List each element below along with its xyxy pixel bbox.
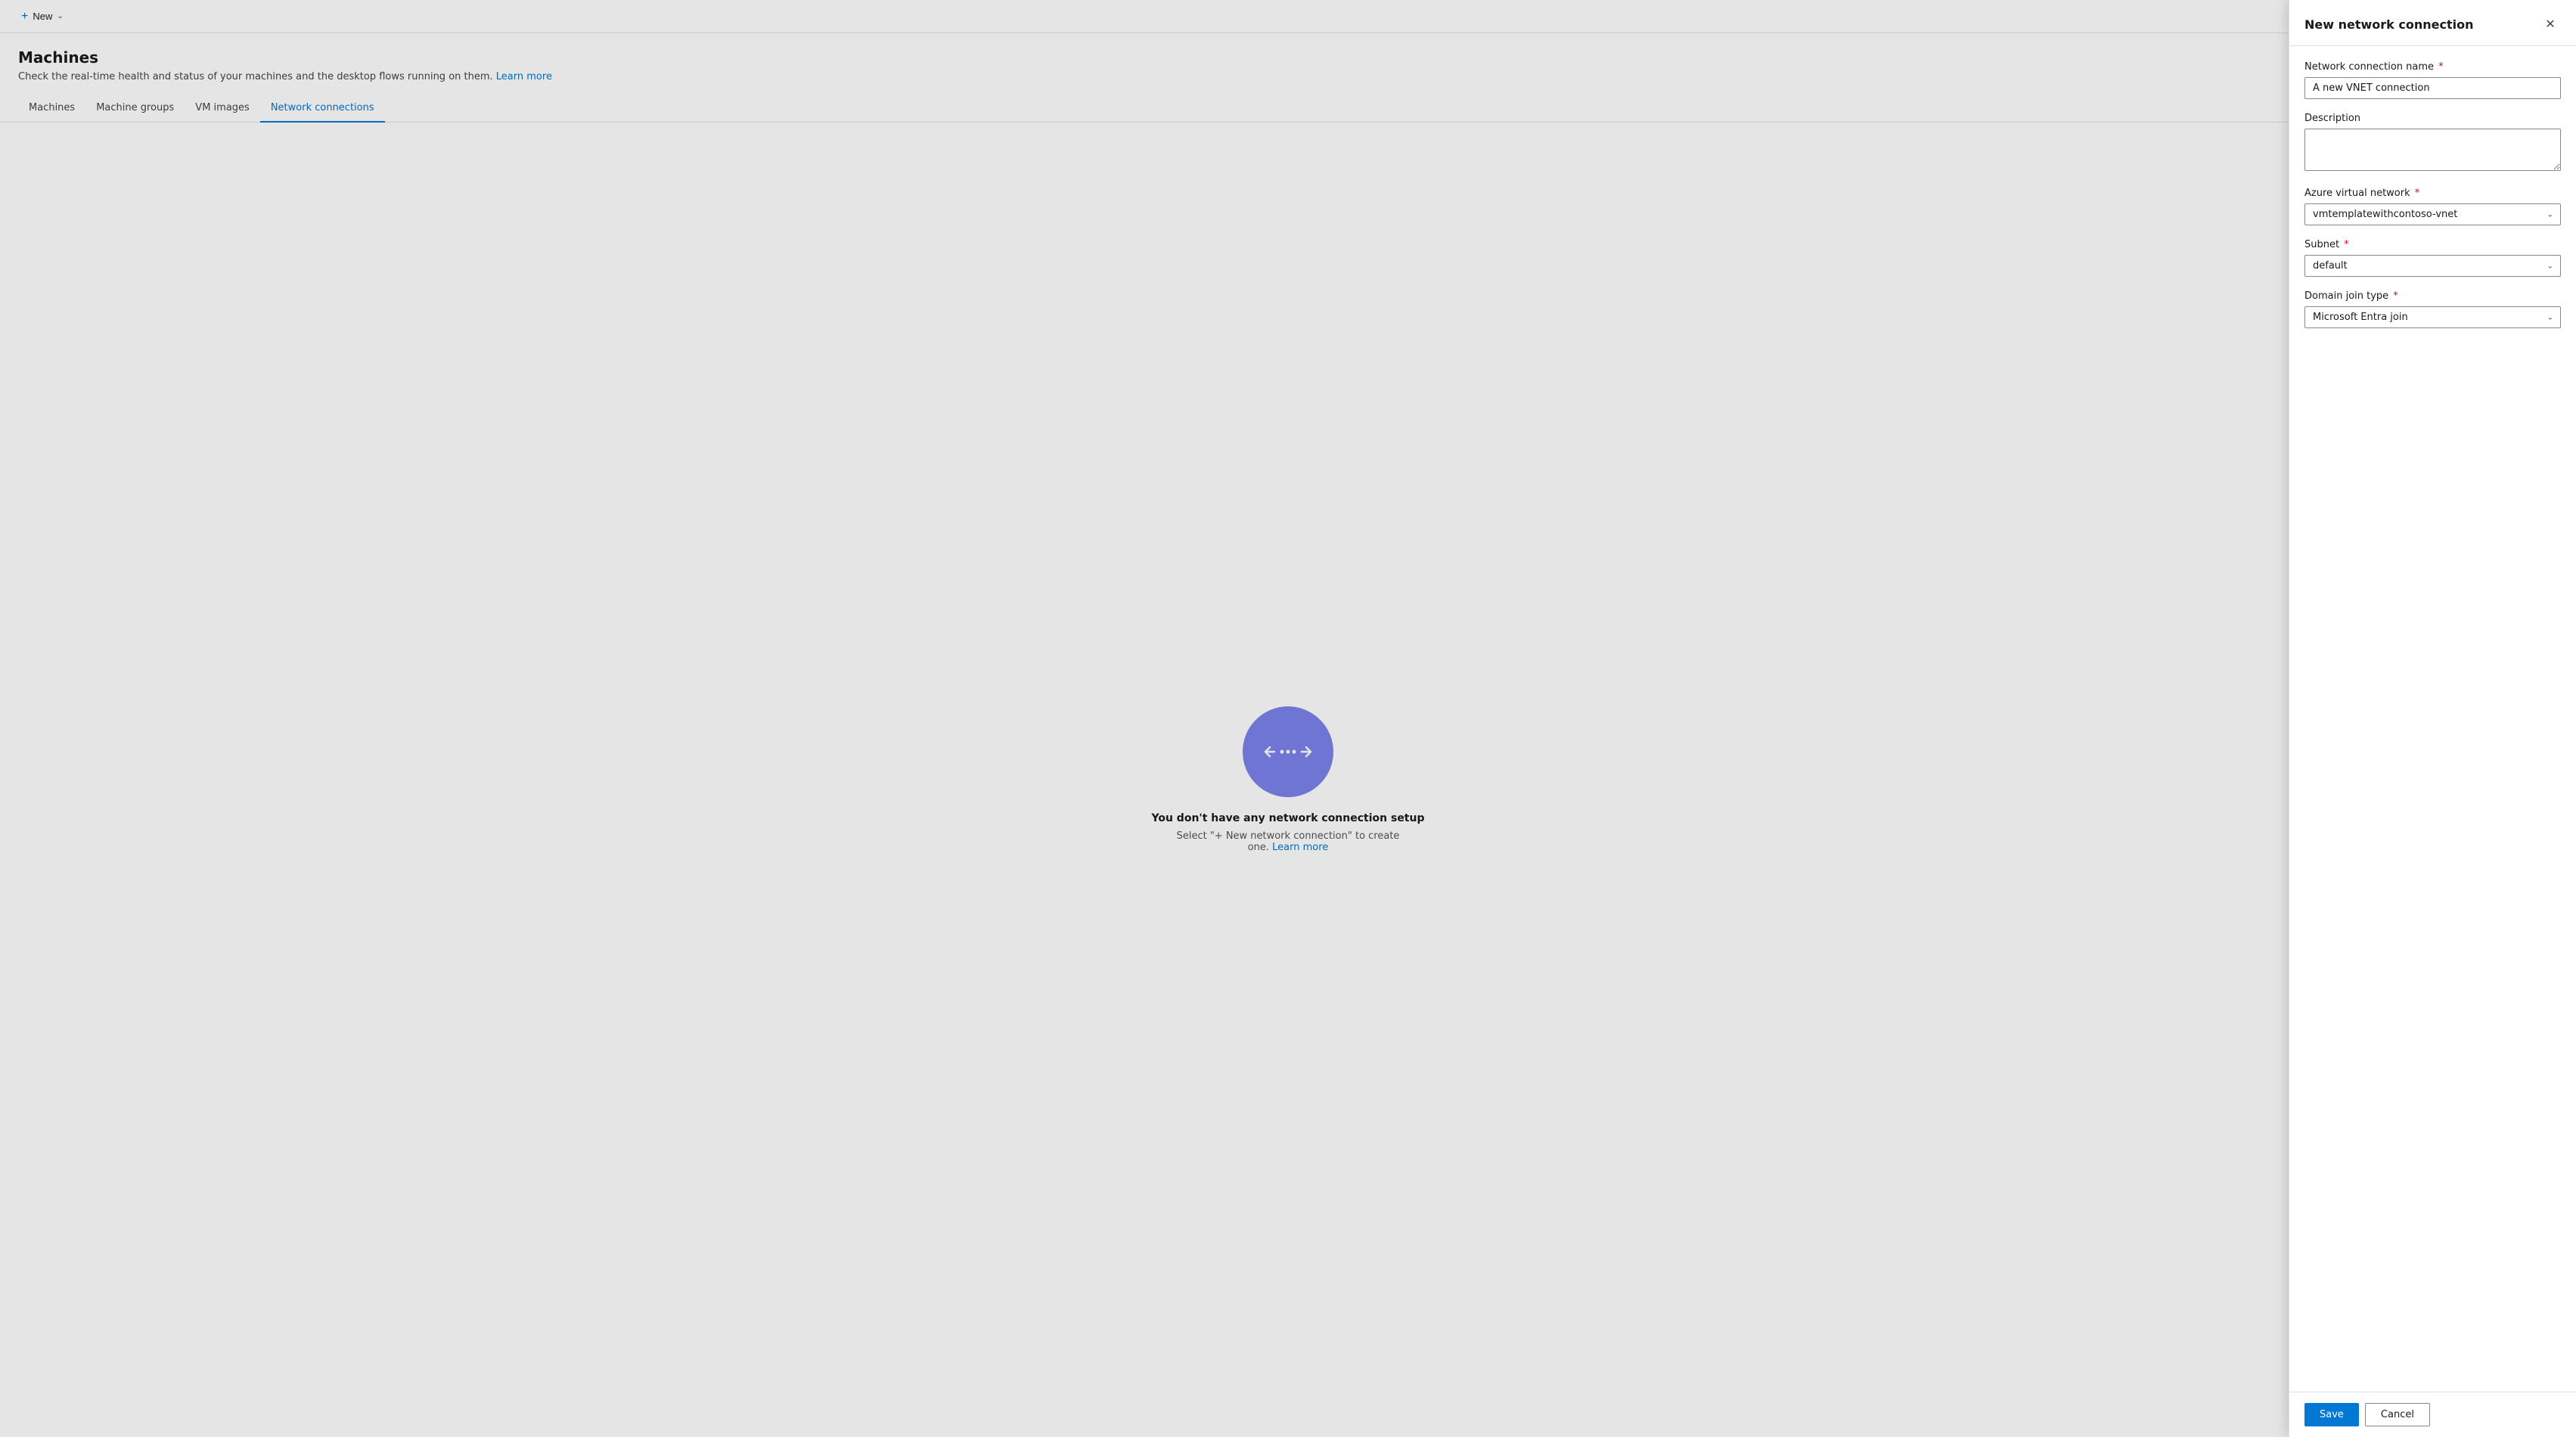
form-group-description: Description — [2304, 113, 2561, 174]
cancel-button[interactable]: Cancel — [2365, 1403, 2430, 1426]
domain-join-select[interactable]: Microsoft Entra join Active Directory jo… — [2304, 306, 2561, 328]
domain-join-label: Domain join type * — [2304, 290, 2561, 302]
new-button-label: New — [33, 11, 52, 22]
panel-footer: Save Cancel — [2289, 1392, 2576, 1437]
page-subtitle: Check the real-time health and status of… — [18, 71, 2558, 82]
empty-state-title: You don't have any network connection se… — [1152, 812, 1425, 824]
page-header: Machines Check the real-time health and … — [0, 33, 2576, 95]
main-content: + New ⌄ Machines Check the real-time hea… — [0, 0, 2576, 1437]
tabs: Machines Machine groups VM images Networ… — [0, 95, 2576, 123]
chevron-down-icon: ⌄ — [57, 12, 63, 20]
toolbar: + New ⌄ — [0, 0, 2576, 33]
tab-network-connections[interactable]: Network connections — [260, 95, 385, 123]
description-label: Description — [2304, 113, 2561, 124]
network-icon-svg — [1264, 740, 1312, 764]
new-button[interactable]: + New ⌄ — [12, 5, 73, 28]
domain-join-select-wrapper: Microsoft Entra join Active Directory jo… — [2304, 306, 2561, 328]
form-group-subnet: Subnet * default ⌄ — [2304, 239, 2561, 277]
network-icon-circle — [1243, 706, 1333, 797]
plus-icon: + — [21, 10, 28, 23]
panel-body: Network connection name * Description Az… — [2289, 46, 2576, 1392]
subtitle-text: Check the real-time health and status of… — [18, 71, 493, 82]
tab-vm-images[interactable]: VM images — [185, 95, 260, 123]
panel-title: New network connection — [2304, 17, 2473, 32]
azure-vnet-label: Azure virtual network * — [2304, 188, 2561, 199]
name-label: Network connection name * — [2304, 61, 2561, 73]
domain-join-required-star: * — [2390, 290, 2398, 302]
name-required-star: * — [2435, 61, 2444, 73]
azure-vnet-select[interactable]: vmtemplatewithcontoso-vnet — [2304, 203, 2561, 225]
azure-vnet-required-star: * — [2412, 188, 2420, 199]
empty-state-description: Select "+ New network connection" to cre… — [1167, 830, 1409, 853]
form-group-azure-vnet: Azure virtual network * vmtemplatewithco… — [2304, 188, 2561, 225]
name-input[interactable] — [2304, 77, 2561, 99]
page-title: Machines — [18, 48, 2558, 67]
learn-more-link[interactable]: Learn more — [496, 71, 552, 82]
tab-machine-groups[interactable]: Machine groups — [85, 95, 185, 123]
empty-state-learn-more-link[interactable]: Learn more — [1272, 842, 1328, 853]
form-group-domain-join: Domain join type * Microsoft Entra join … — [2304, 290, 2561, 328]
subnet-label: Subnet * — [2304, 239, 2561, 250]
side-panel: New network connection ✕ Network connect… — [2289, 0, 2576, 1437]
tab-machines[interactable]: Machines — [18, 95, 85, 123]
subnet-required-star: * — [2341, 239, 2349, 250]
subnet-select[interactable]: default — [2304, 255, 2561, 277]
panel-close-button[interactable]: ✕ — [2540, 14, 2561, 35]
save-button[interactable]: Save — [2304, 1403, 2359, 1426]
subnet-select-wrapper: default ⌄ — [2304, 255, 2561, 277]
azure-vnet-select-wrapper: vmtemplatewithcontoso-vnet ⌄ — [2304, 203, 2561, 225]
panel-header: New network connection ✕ — [2289, 0, 2576, 46]
form-group-name: Network connection name * — [2304, 61, 2561, 99]
description-textarea[interactable] — [2304, 129, 2561, 171]
empty-state: You don't have any network connection se… — [0, 123, 2576, 1437]
